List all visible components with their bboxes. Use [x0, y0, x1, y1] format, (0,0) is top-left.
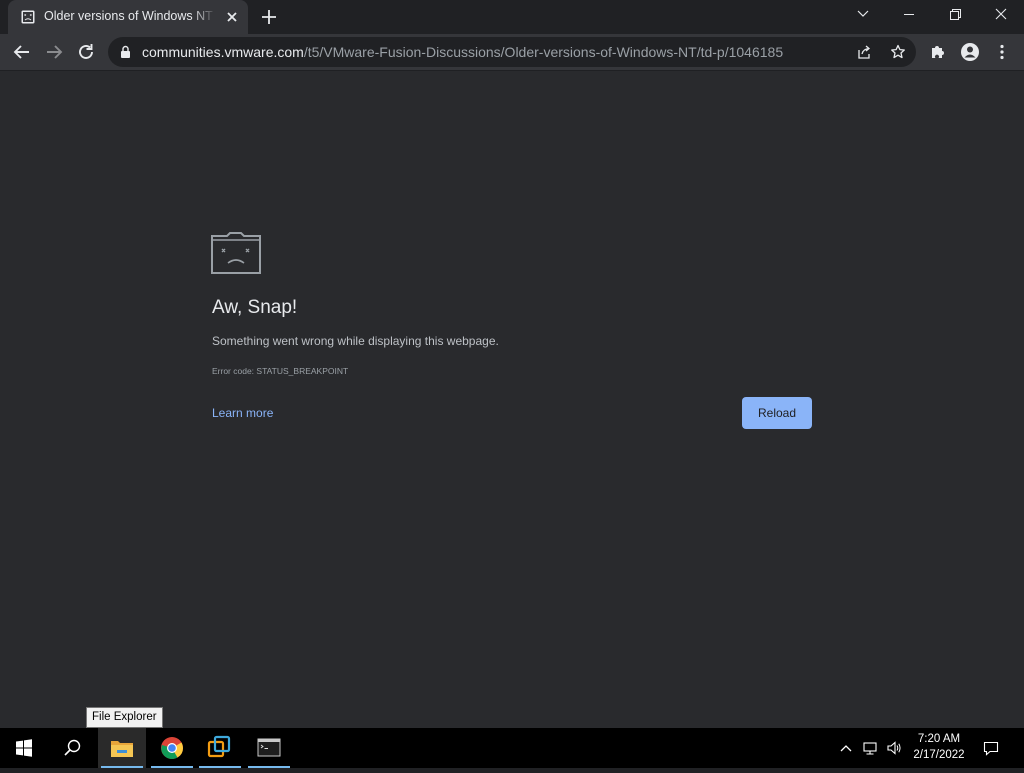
- sad-tab-favicon-icon: [21, 10, 35, 24]
- windows-taskbar: 7:20 AM 2/17/2022: [0, 728, 1024, 768]
- file-explorer-tooltip: File Explorer: [86, 707, 163, 728]
- taskbar-terminal[interactable]: [245, 728, 293, 768]
- page-content: Aw, Snap! Something went wrong while dis…: [0, 71, 1024, 728]
- sad-tab-icon: [211, 232, 261, 274]
- start-button[interactable]: [0, 728, 48, 768]
- close-window-button[interactable]: [978, 0, 1024, 32]
- volume-icon[interactable]: [886, 740, 902, 756]
- extensions-puzzle-icon[interactable]: [924, 38, 952, 66]
- url-path: /t5/VMware-Fusion-Discussions/Older-vers…: [303, 44, 784, 60]
- clock-time: 7:20 AM: [917, 733, 961, 745]
- minimize-icon: [904, 14, 914, 15]
- browser-tab-active[interactable]: Older versions of Windows NT - VMware: [8, 0, 248, 34]
- chevron-up-icon[interactable]: [838, 740, 854, 756]
- tab-title: Older versions of Windows NT - VMware: [44, 9, 216, 25]
- clock-date: 2/17/2022: [913, 749, 965, 761]
- lock-icon[interactable]: [120, 45, 131, 59]
- url-text[interactable]: communities.vmware.com/t5/VMware-Fusion-…: [142, 44, 783, 60]
- menu-kebab-icon[interactable]: [988, 38, 1016, 66]
- minimize-button[interactable]: [886, 0, 932, 32]
- search-icon: [64, 739, 81, 756]
- back-arrow-icon[interactable]: [8, 38, 36, 66]
- error-title: Aw, Snap!: [212, 297, 298, 318]
- taskbar-file-explorer[interactable]: [98, 728, 146, 768]
- close-icon: [995, 8, 1007, 20]
- bookmark-star-icon[interactable]: [890, 44, 906, 60]
- tab-search-button[interactable]: [840, 0, 886, 32]
- reload-icon[interactable]: [72, 38, 100, 66]
- taskbar-vmware[interactable]: [196, 728, 244, 768]
- browser-toolbar: communities.vmware.com/t5/VMware-Fusion-…: [0, 34, 1024, 71]
- chevron-down-icon: [857, 10, 869, 17]
- vmware-icon: [207, 735, 231, 758]
- url-host: communities.vmware.com: [142, 44, 304, 60]
- file-explorer-icon: [111, 741, 133, 757]
- profile-avatar-icon[interactable]: [956, 38, 984, 66]
- notifications-icon[interactable]: [983, 740, 999, 756]
- terminal-icon: [257, 738, 281, 757]
- restore-button[interactable]: [932, 0, 978, 32]
- forward-arrow-icon[interactable]: [40, 38, 68, 66]
- share-icon[interactable]: [856, 44, 872, 60]
- browser-tab-strip: Older versions of Windows NT - VMware: [0, 0, 1024, 34]
- taskbar-chrome[interactable]: [148, 728, 196, 768]
- new-tab-plus-icon[interactable]: [260, 8, 278, 26]
- error-message: Something went wrong while displaying th…: [212, 334, 499, 348]
- search-button[interactable]: [48, 728, 96, 768]
- error-code: Error code: STATUS_BREAKPOINT: [212, 366, 349, 376]
- windows-logo-icon: [16, 739, 32, 757]
- network-icon[interactable]: [862, 740, 878, 756]
- learn-more-link[interactable]: Learn more: [212, 406, 273, 420]
- reload-button[interactable]: Reload: [742, 397, 812, 429]
- restore-icon: [950, 9, 961, 20]
- address-bar[interactable]: communities.vmware.com/t5/VMware-Fusion-…: [108, 37, 916, 67]
- chrome-icon: [161, 737, 183, 759]
- taskbar-clock[interactable]: 7:20 AM 2/17/2022: [904, 731, 974, 763]
- tab-close-icon[interactable]: [224, 9, 240, 25]
